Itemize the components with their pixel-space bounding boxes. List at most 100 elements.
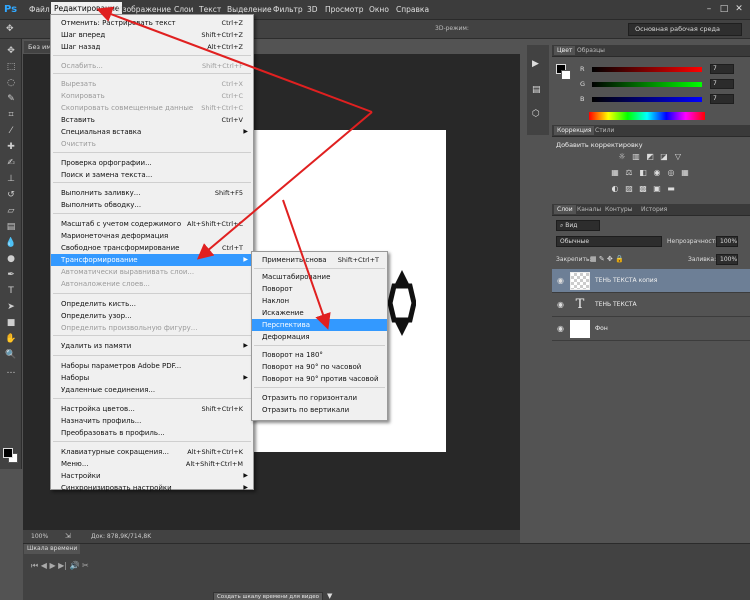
edit-menu-item[interactable]: Отменить: Растрировать текст Ctrl+Z — [51, 17, 253, 29]
edit-menu-item[interactable]: Специальная вставка ▶ — [51, 126, 253, 138]
playback-controls-icon[interactable]: ⏮ ◀ ▶ ▶| 🔊 ✂ — [31, 561, 89, 571]
photo-filter-icon[interactable]: ◉ — [652, 168, 662, 178]
transform-menu-item[interactable]: Поворот на 90° по часовой — [252, 361, 387, 373]
gradient-map-icon[interactable]: ▬ — [666, 184, 676, 194]
edit-menu-item[interactable]: Шаг вперед Shift+Ctrl+Z — [51, 29, 253, 41]
tab-styles[interactable]: Стили — [592, 126, 617, 135]
type-tool-icon[interactable]: T — [4, 285, 18, 297]
workspace-select[interactable]: Основная рабочая среда — [628, 23, 742, 36]
tab-adjustments[interactable]: Коррекция — [554, 126, 595, 135]
pen-tool-icon[interactable]: ✒ — [4, 269, 18, 281]
3d-cube-icon[interactable]: ⬡ — [532, 109, 540, 119]
edit-menu-item[interactable]: Проверка орфографии... — [51, 157, 253, 169]
menu-view[interactable]: Просмотр — [322, 4, 367, 15]
tab-paths[interactable]: Контуры — [602, 205, 635, 214]
layer-kind-filter[interactable]: ⌕ Вид — [556, 220, 600, 231]
edit-menu-item[interactable]: Марионеточная деформация — [51, 230, 253, 242]
zoom-tool-icon[interactable]: 🔍 — [4, 349, 18, 361]
layer-name[interactable]: Фон — [595, 325, 608, 332]
menu-help[interactable]: Справка — [393, 4, 432, 15]
tab-color[interactable]: Цвет — [554, 46, 576, 55]
blue-slider[interactable]: B 7 — [580, 94, 745, 105]
timeline-tab[interactable]: Шкала времени — [24, 544, 81, 554]
edit-menu-item[interactable]: Определить произвольную фигуру... — [51, 322, 253, 334]
history-brush-icon[interactable]: ↺ — [4, 189, 18, 201]
edit-menu-item[interactable]: Удаленные соединения... — [51, 384, 253, 396]
edit-menu-item[interactable]: Вставить Ctrl+V — [51, 114, 253, 126]
edit-menu-item[interactable]: Копировать Ctrl+C — [51, 90, 253, 102]
levels-icon[interactable]: ▥ — [631, 152, 641, 162]
transform-menu-item[interactable]: Масштабирование — [252, 271, 387, 283]
red-slider[interactable]: R 7 — [580, 64, 745, 75]
edit-menu-item[interactable]: Свободное трансформирование Ctrl+T — [51, 242, 253, 254]
red-value[interactable]: 7 — [710, 64, 734, 74]
gradient-tool-icon[interactable]: ▤ — [4, 221, 18, 233]
quick-select-icon[interactable]: ✎ — [4, 93, 18, 105]
edit-menu-item[interactable]: Определить кисть... — [51, 298, 253, 310]
fill-input[interactable]: 100% — [716, 254, 738, 265]
vibrance-icon[interactable]: ▽ — [673, 152, 683, 162]
edit-menu-item[interactable]: Клавиатурные сокращения... Alt+Shift+Ctrl… — [51, 446, 253, 458]
properties-icon[interactable]: ▤ — [532, 85, 541, 95]
zoom-level[interactable]: 100% — [31, 530, 48, 543]
green-slider[interactable]: G 7 — [580, 79, 745, 90]
transform-menu-item[interactable]: Перспектива — [252, 319, 387, 331]
layer-row[interactable]: ◉ ТЕНЬ ТЕКСТА копия — [552, 269, 750, 293]
edit-menu-item[interactable]: Определить узор... — [51, 310, 253, 322]
play-action-icon[interactable]: ▶ — [532, 59, 539, 69]
export-icon[interactable]: ⇲ — [65, 530, 71, 543]
eyedropper-icon[interactable]: ⁄ — [4, 125, 18, 137]
layer-row[interactable]: ◉ Фон — [552, 317, 750, 341]
brightness-icon[interactable]: ☼ — [617, 152, 627, 162]
transform-menu-item[interactable]: Отразить по вертикали — [252, 404, 387, 416]
edit-menu-item[interactable]: Наборы параметров Adobe PDF... — [51, 360, 253, 372]
foreground-color-swatch[interactable] — [3, 448, 13, 458]
transform-menu-item[interactable]: Поворот на 180° — [252, 349, 387, 361]
hue-sat-icon[interactable]: ▦ — [610, 168, 620, 178]
visibility-eye-icon[interactable]: ◉ — [557, 300, 564, 309]
black-white-icon[interactable]: ◧ — [638, 168, 648, 178]
close-icon[interactable]: ✕ — [733, 4, 745, 15]
channel-mixer-icon[interactable]: ◎ — [666, 168, 676, 178]
blend-mode-select[interactable]: Обычные — [556, 236, 662, 247]
stamp-tool-icon[interactable]: ⊥ — [4, 173, 18, 185]
edit-menu-item[interactable]: Назначить профиль... — [51, 415, 253, 427]
move-tool-icon[interactable]: ✥ — [6, 24, 14, 34]
chevron-down-icon[interactable]: ▼ — [327, 592, 332, 600]
edit-menu-item[interactable]: Выполнить заливку... Shift+F5 — [51, 187, 253, 199]
maximize-icon[interactable]: □ — [718, 4, 730, 15]
create-timeline-button[interactable]: Создать шкалу времени для видео — [213, 592, 323, 600]
edit-menu-item[interactable]: Ослабить... Shift+Ctrl+F — [51, 60, 253, 72]
edit-menu-item[interactable]: Скопировать совмещенные данные Shift+Ctrl… — [51, 102, 253, 114]
crop-tool-icon[interactable]: ⌗ — [4, 109, 18, 121]
eraser-tool-icon[interactable]: ▱ — [4, 205, 18, 217]
brush-tool-icon[interactable]: ✍ — [4, 157, 18, 169]
more-tools-icon[interactable]: … — [4, 365, 18, 377]
edit-menu-item[interactable]: Шаг назад Alt+Ctrl+Z — [51, 41, 253, 53]
color-spectrum[interactable] — [589, 112, 705, 120]
edit-menu-item[interactable]: Поиск и замена текста... — [51, 169, 253, 181]
menu-file[interactable]: Файл — [26, 4, 53, 15]
transform-menu-item[interactable]: Искажение — [252, 307, 387, 319]
exposure-icon[interactable]: ◪ — [659, 152, 669, 162]
menu-window[interactable]: Окно — [366, 4, 392, 15]
tab-channels[interactable]: Каналы — [574, 205, 604, 214]
tab-history[interactable]: История — [638, 205, 670, 214]
blue-gradient[interactable] — [592, 97, 702, 102]
selective-color-icon[interactable]: ▣ — [652, 184, 662, 194]
invert-icon[interactable]: ◐ — [610, 184, 620, 194]
lock-icons[interactable]: ▦ ✎ ✥ 🔒 — [590, 255, 624, 263]
blue-value[interactable]: 7 — [710, 94, 734, 104]
transform-menu-item[interactable]: Отразить по горизонтали — [252, 392, 387, 404]
edit-menu-item[interactable]: Масштаб с учетом содержимого Alt+Shift+Ct… — [51, 218, 253, 230]
red-gradient[interactable] — [592, 67, 702, 72]
doc-size[interactable]: Док: 878,9K/714,8K — [91, 530, 151, 543]
tab-swatches[interactable]: Образцы — [574, 46, 608, 55]
green-gradient[interactable] — [592, 82, 702, 87]
edit-menu-item[interactable]: Выполнить обводку... — [51, 199, 253, 211]
shape-tool-icon[interactable]: ■ — [4, 317, 18, 329]
dodge-tool-icon[interactable]: ● — [4, 253, 18, 265]
layer-name[interactable]: ТЕНЬ ТЕКСТА копия — [595, 277, 657, 284]
edit-menu-item[interactable]: Автоналожение слоев... — [51, 278, 253, 290]
path-select-icon[interactable]: ➤ — [4, 301, 18, 313]
